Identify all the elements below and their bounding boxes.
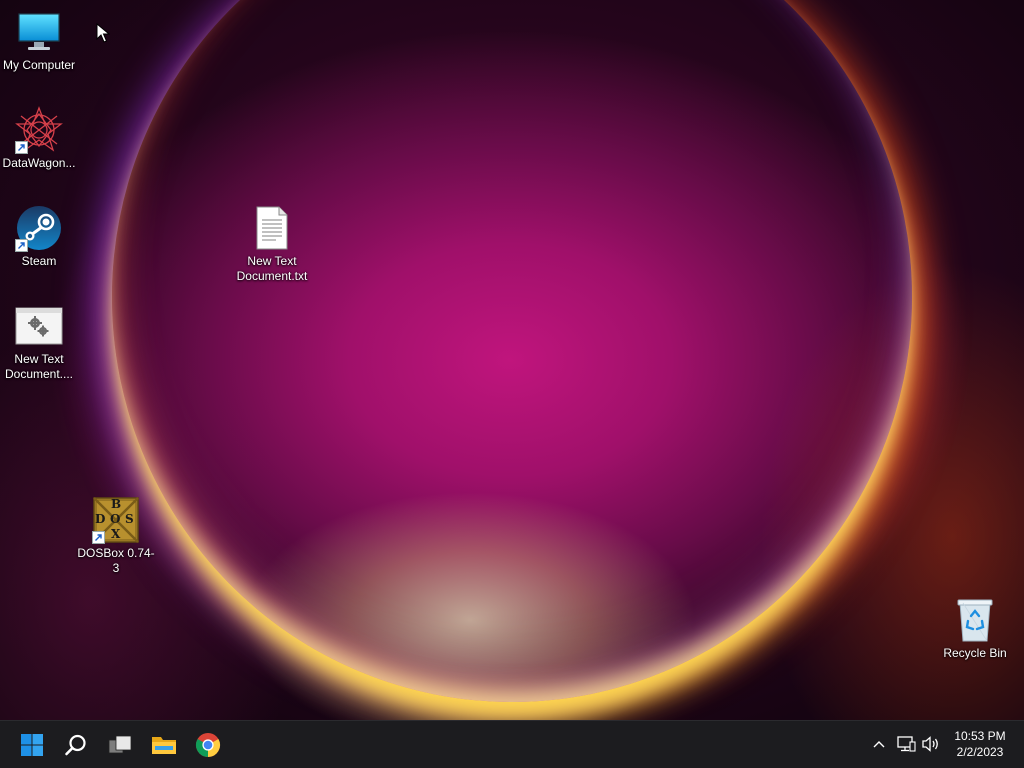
desktop-wallpaper[interactable]: My Computer DataWagon... Steam New Text … [0,0,1024,720]
desktop-icon-label: DOSBox 0.74-3 [77,546,155,575]
search-icon [65,734,86,756]
file-explorer-button[interactable] [146,727,182,763]
mouse-cursor-icon [96,23,110,43]
chrome-icon [195,733,221,757]
desktop-icon-new-text-document-txt[interactable]: New Text Document.txt [233,204,311,284]
start-button[interactable] [14,727,50,763]
network-button[interactable] [895,733,917,755]
dosbox-letter-s: S [125,512,134,526]
show-hidden-icons-button[interactable] [868,733,890,755]
shortcut-arrow-icon [15,239,28,252]
desktop-icon-label: New Text Document.txt [236,254,308,283]
text-file-icon [248,204,296,252]
taskbar-clock[interactable]: 10:53 PM 2/2/2023 [944,728,1016,760]
desktop-icon-recycle-bin[interactable]: Recycle Bin [936,596,1014,661]
clock-date: 2/2/2023 [956,745,1004,759]
desktop-icon-new-text-document-1[interactable]: New Text Document.... [0,302,78,382]
desktop-icon-my-computer[interactable]: My Computer [0,8,78,73]
volume-button[interactable] [920,733,942,755]
steam-icon [15,204,63,252]
chrome-button[interactable] [190,727,226,763]
desktop-icon-label: Steam [21,254,57,268]
task-view-icon [108,735,132,754]
desktop-icon-label: New Text Document.... [4,352,74,381]
settings-window-icon [15,302,63,350]
star-knot-icon [15,106,63,154]
search-button[interactable] [58,727,94,763]
desktop-icon-label: DataWagon... [2,156,76,170]
monitor-icon [15,8,63,56]
file-explorer-icon [152,737,176,754]
chevron-up-icon [873,741,885,748]
task-view-button[interactable] [102,727,138,763]
dosbox-icon: B D O S X [92,496,140,544]
dosbox-letter-o: O [110,512,121,526]
shortcut-arrow-icon [92,531,105,544]
clock-time: 10:53 PM [954,729,1006,743]
desktop-icon-steam[interactable]: Steam [0,204,78,269]
desktop-icon-label: My Computer [2,58,76,72]
volume-icon [922,736,938,752]
windows-start-icon [21,734,43,756]
dosbox-letter-d: D [95,512,106,526]
desktop-icon-label: Recycle Bin [943,646,1007,660]
dosbox-letter-x: X [111,527,121,541]
desktop-icon-dosbox[interactable]: B D O S X DOSBox 0.74-3 [77,496,155,576]
taskbar: 10:53 PM 2/2/2023 [0,720,1024,768]
desktop-icon-datawagon[interactable]: DataWagon... [0,106,78,171]
network-icon [897,736,916,752]
shortcut-arrow-icon [15,141,28,154]
dosbox-letter-b: B [111,497,122,511]
recycle-bin-icon [951,596,999,644]
